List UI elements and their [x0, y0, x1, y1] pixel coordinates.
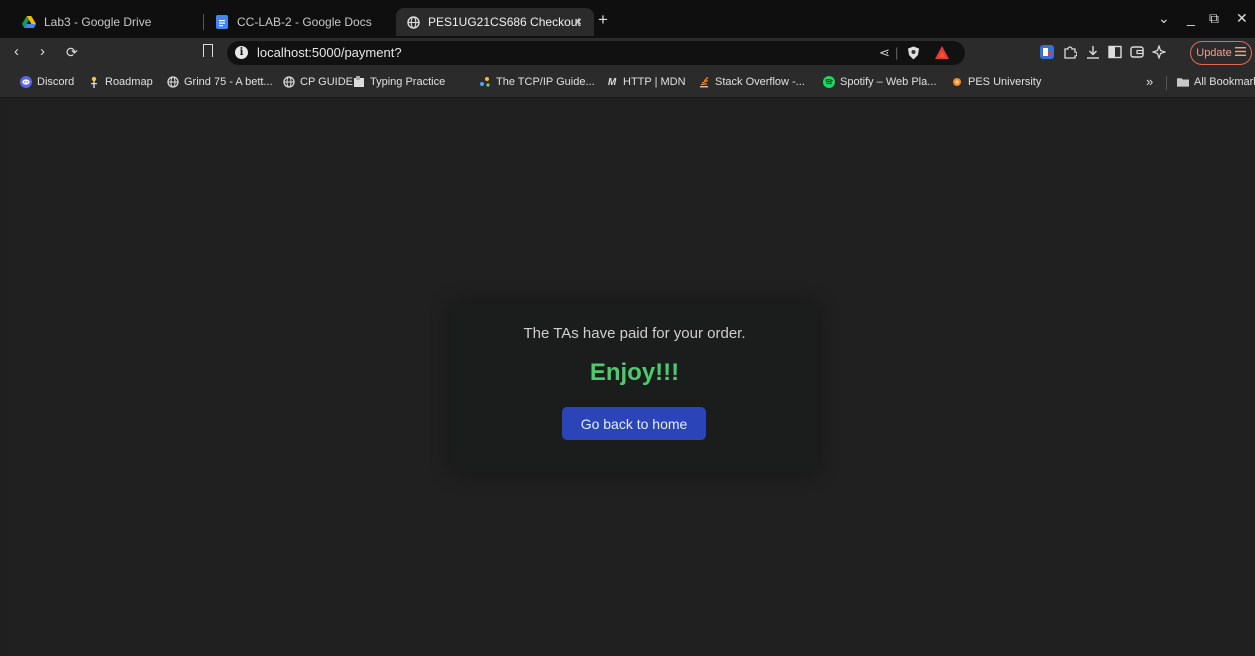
- minimize-icon[interactable]: _: [1187, 10, 1195, 26]
- extension-icon[interactable]: [1040, 45, 1054, 59]
- typing-icon: [353, 76, 365, 88]
- update-label: Update: [1196, 47, 1232, 59]
- browser-toolbar: ‹ › ⟳ i localhost:5000/payment? ⋖ | Upda…: [0, 38, 1255, 68]
- brave-rewards-icon[interactable]: [935, 46, 949, 62]
- bookmark-http-mdn[interactable]: M HTTP | MDN: [606, 76, 686, 88]
- globe-icon: [167, 76, 179, 88]
- globe-icon: [406, 15, 420, 29]
- bookmark-spotify[interactable]: Spotify – Web Pla...: [823, 76, 936, 88]
- back-icon[interactable]: ‹: [14, 43, 19, 60]
- bookmark-stack-overflow[interactable]: Stack Overflow -...: [698, 76, 805, 88]
- close-window-icon[interactable]: ✕: [1236, 10, 1248, 27]
- share-icon[interactable]: ⋖: [879, 45, 890, 61]
- page-content: The TAs have paid for your order. Enjoy!…: [8, 98, 1255, 656]
- new-tab-button[interactable]: +: [598, 10, 608, 30]
- mdn-icon: M: [607, 76, 617, 88]
- menu-icon: [1234, 47, 1246, 59]
- bookmark-typing-practice[interactable]: Typing Practice: [353, 76, 445, 88]
- close-tab-icon[interactable]: ×: [574, 14, 582, 29]
- all-bookmarks[interactable]: All Bookmarks: [1177, 76, 1255, 88]
- bookmarks-divider: [1166, 76, 1167, 90]
- restore-icon[interactable]: ⧉: [1209, 10, 1219, 27]
- tab-strip: Lab3 - Google Drive CC-LAB-2 - Google Do…: [0, 0, 1255, 38]
- site-info-icon[interactable]: i: [235, 46, 248, 59]
- bookmark-roadmap[interactable]: Roadmap: [88, 76, 153, 88]
- omnibox-divider: |: [895, 45, 899, 60]
- wallet-icon[interactable]: [1130, 45, 1144, 59]
- confirmation-message: The TAs have paid for your order.: [523, 325, 746, 342]
- payment-confirmation-card: The TAs have paid for your order. Enjoy!…: [451, 303, 818, 473]
- tcpip-icon: [479, 76, 491, 88]
- roadmap-icon: [88, 76, 100, 88]
- google-docs-icon: [215, 15, 229, 29]
- bookmark-icon[interactable]: [203, 44, 213, 57]
- bookmark-pes-university[interactable]: PES University: [951, 76, 1041, 88]
- tab-title: Lab3 - Google Drive: [44, 15, 152, 29]
- bookmark-grind75[interactable]: Grind 75 - A bett...: [167, 76, 273, 88]
- bookmark-tcpip-guide[interactable]: The TCP/IP Guide...: [479, 76, 595, 88]
- confirmation-title: Enjoy!!!: [589, 359, 680, 386]
- brave-shield-icon[interactable]: [907, 46, 920, 63]
- pes-icon: [951, 76, 963, 88]
- stackoverflow-icon: [698, 76, 710, 88]
- go-back-home-button[interactable]: Go back to home: [562, 407, 706, 440]
- bookmark-discord[interactable]: Discord: [20, 76, 74, 88]
- tab-checkout[interactable]: PES1UG21CS686 Checkout ×: [396, 8, 594, 36]
- sidebar-icon[interactable]: [1108, 45, 1122, 59]
- google-drive-icon: [22, 15, 36, 29]
- leo-ai-icon[interactable]: [1151, 44, 1167, 60]
- forward-icon[interactable]: ›: [40, 43, 45, 60]
- discord-icon: [20, 76, 32, 88]
- bookmarks-bar: Discord Roadmap Grind 75 - A bett... CP …: [0, 68, 1255, 98]
- folder-icon: [1177, 76, 1189, 88]
- tab-drive[interactable]: Lab3 - Google Drive: [12, 8, 202, 36]
- bookmark-cp-guide[interactable]: CP GUIDE: [283, 76, 353, 88]
- download-icon[interactable]: [1086, 45, 1100, 59]
- extensions-puzzle-icon[interactable]: [1063, 45, 1078, 59]
- address-bar[interactable]: i localhost:5000/payment? ⋖ |: [227, 41, 965, 65]
- spotify-icon: [823, 76, 835, 88]
- url-text[interactable]: localhost:5000/payment?: [257, 45, 402, 60]
- tab-title: PES1UG21CS686 Checkout: [428, 15, 581, 29]
- tab-search-icon[interactable]: ⌄: [1158, 10, 1170, 27]
- tab-divider: [203, 14, 204, 30]
- tab-docs[interactable]: CC-LAB-2 - Google Docs: [205, 8, 393, 36]
- globe-icon: [283, 76, 295, 88]
- reload-icon[interactable]: ⟳: [66, 44, 78, 61]
- tab-title: CC-LAB-2 - Google Docs: [237, 15, 372, 29]
- update-button[interactable]: Update: [1190, 41, 1252, 65]
- bookmarks-overflow-icon[interactable]: »: [1146, 74, 1153, 89]
